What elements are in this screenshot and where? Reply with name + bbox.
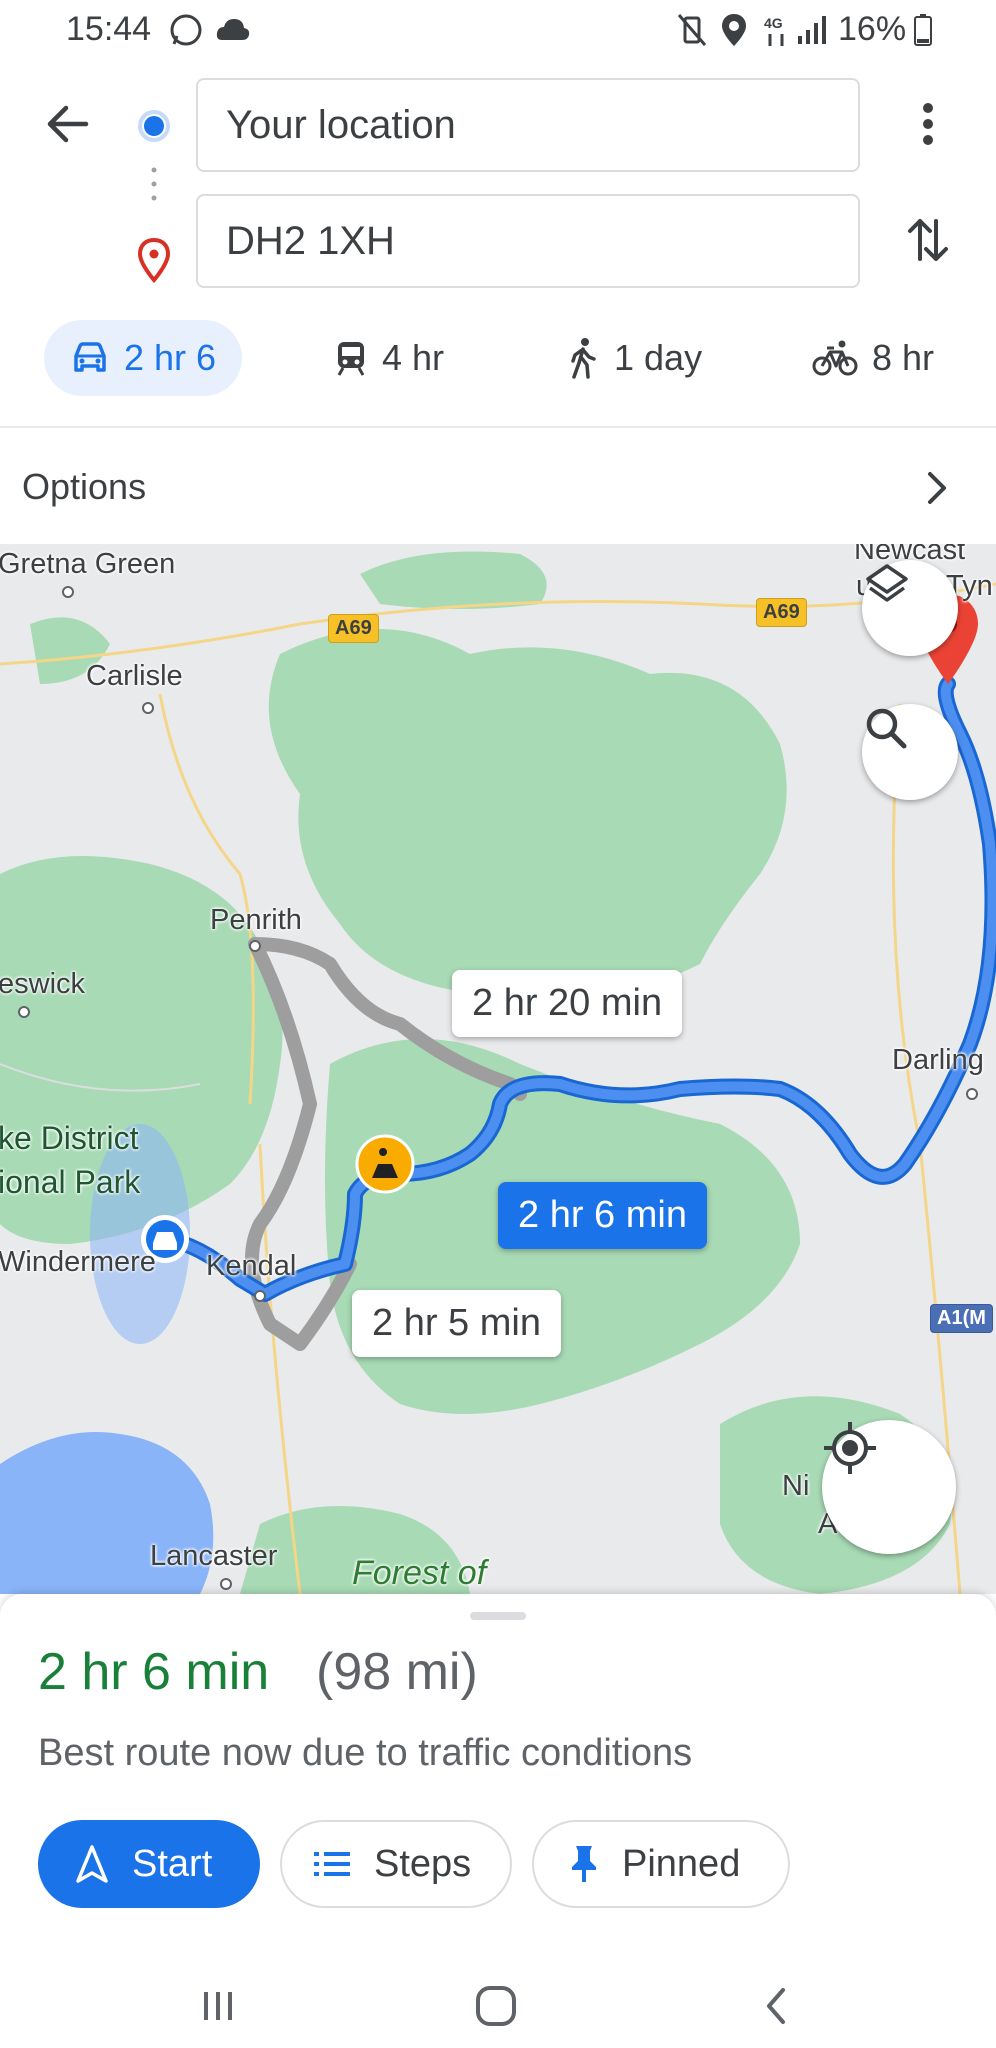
place-label: ke District (0, 1120, 139, 1156)
mute-vibrate-icon (677, 14, 707, 46)
svg-text:4G: 4G (764, 15, 783, 31)
place-label: Gretna Green (0, 548, 176, 580)
recent-apps-button[interactable] (190, 1978, 246, 2034)
list-icon (314, 1852, 350, 1876)
home-icon (476, 1986, 516, 2026)
sheet-drag-handle[interactable] (470, 1612, 526, 1620)
tab-walking[interactable]: 1 day (566, 320, 702, 396)
origin-input[interactable]: Your location (196, 78, 860, 172)
battery-icon (914, 14, 932, 46)
town-dot (62, 586, 74, 598)
swap-locations-button[interactable] (898, 210, 958, 270)
my-location-button[interactable] (822, 1420, 956, 1554)
search-icon (866, 708, 907, 749)
town-dot (220, 1578, 232, 1590)
place-label: Forest of (352, 1554, 487, 1592)
status-time: 15:44 (66, 10, 152, 48)
location-icon (722, 14, 746, 46)
town-dot (18, 1006, 30, 1018)
tab-cycling[interactable]: 8 hr (812, 320, 934, 396)
car-icon (74, 342, 106, 372)
steps-button[interactable]: Steps (280, 1820, 512, 1908)
north-pennines-park (268, 629, 787, 1000)
chevron-right-icon (928, 472, 946, 504)
home-button[interactable] (466, 1978, 526, 2034)
town-dot (249, 940, 261, 952)
status-bar: 15:44 4G 16% (0, 0, 996, 60)
route-reason: Best route now due to traffic conditions (38, 1732, 693, 1774)
back-button[interactable] (40, 96, 96, 152)
place-label: Darling (892, 1044, 984, 1076)
bicycle-icon (812, 340, 858, 376)
route-waypoint-markers (137, 110, 171, 284)
start-button[interactable]: Start (38, 1820, 260, 1908)
pinned-button-label: Pinned (622, 1842, 741, 1885)
town-dot (254, 1290, 266, 1302)
tab-walking-label: 1 day (614, 337, 703, 378)
tab-transit[interactable]: 4 hr (334, 320, 444, 396)
place-label: Carlisle (86, 660, 183, 692)
route-callout-alt-2[interactable]: 2 hr 5 min (352, 1290, 561, 1357)
more-options-button[interactable] (902, 96, 954, 152)
pinned-button[interactable]: Pinned (532, 1820, 790, 1908)
road-shield-a69: A69 (328, 614, 379, 643)
road-shield-a1m: A1(M (930, 1304, 993, 1333)
options-label: Options (22, 466, 147, 507)
system-navigation-bar (0, 1962, 996, 2048)
network-4g-icon: 4G (764, 15, 784, 46)
place-label: Penrith (210, 904, 302, 936)
divider (0, 426, 996, 428)
arrow-back-icon (47, 105, 89, 143)
cloud-sync-icon (216, 19, 250, 40)
place-label: Kendal (206, 1250, 297, 1282)
route-callout-selected[interactable]: 2 hr 6 min (498, 1182, 707, 1249)
place-label: Lancaster (150, 1540, 278, 1572)
train-icon (337, 342, 365, 376)
route-map[interactable]: Gretna Green Carlisle Penrith eswick ke … (0, 544, 996, 1594)
more-vert-icon (923, 103, 933, 145)
system-back-button[interactable] (748, 1978, 804, 2034)
route-summary-sheet: 2 hr 6 min (98 mi) Best route now due to… (0, 1594, 996, 1962)
layers-button[interactable] (862, 560, 958, 656)
chevron-left-icon (767, 1988, 785, 2024)
park-patch (360, 551, 547, 609)
destination-input[interactable]: DH2 1XH (196, 194, 860, 288)
battery-percent: 16% (838, 10, 907, 48)
route-duration: 2 hr 6 min (38, 1643, 270, 1701)
my-location-icon (824, 1422, 876, 1474)
road-shield-a69: A69 (756, 598, 807, 627)
route-distance: (98 mi) (316, 1643, 478, 1701)
tab-transit-label: 4 hr (382, 337, 445, 378)
town-dot (966, 1088, 978, 1100)
navigation-arrow-icon (76, 1845, 108, 1883)
town-dot (142, 702, 154, 714)
place-label: ional Park (0, 1164, 141, 1200)
whatsapp-icon (170, 14, 202, 46)
walk-icon (571, 338, 596, 379)
tab-driving[interactable]: 2 hr 6 (44, 320, 243, 396)
place-label: Ni (782, 1470, 810, 1502)
signal-icon (798, 16, 826, 44)
swap-vert-icon (908, 219, 948, 261)
route-options-row[interactable]: Options (0, 430, 996, 544)
place-label: Windermere (0, 1246, 156, 1278)
route-callout-alt-1[interactable]: 2 hr 20 min (452, 970, 683, 1037)
steps-button-label: Steps (374, 1842, 472, 1885)
search-along-route-button[interactable] (862, 704, 958, 800)
start-button-label: Start (132, 1842, 213, 1885)
tab-driving-label: 2 hr 6 (124, 337, 217, 378)
car-marker-icon (153, 1232, 177, 1250)
pin-icon (572, 1846, 596, 1882)
recent-apps-icon (204, 1992, 232, 2020)
place-label: eswick (0, 968, 86, 1000)
tab-cycling-label: 8 hr (872, 337, 935, 378)
layers-icon (866, 564, 908, 602)
